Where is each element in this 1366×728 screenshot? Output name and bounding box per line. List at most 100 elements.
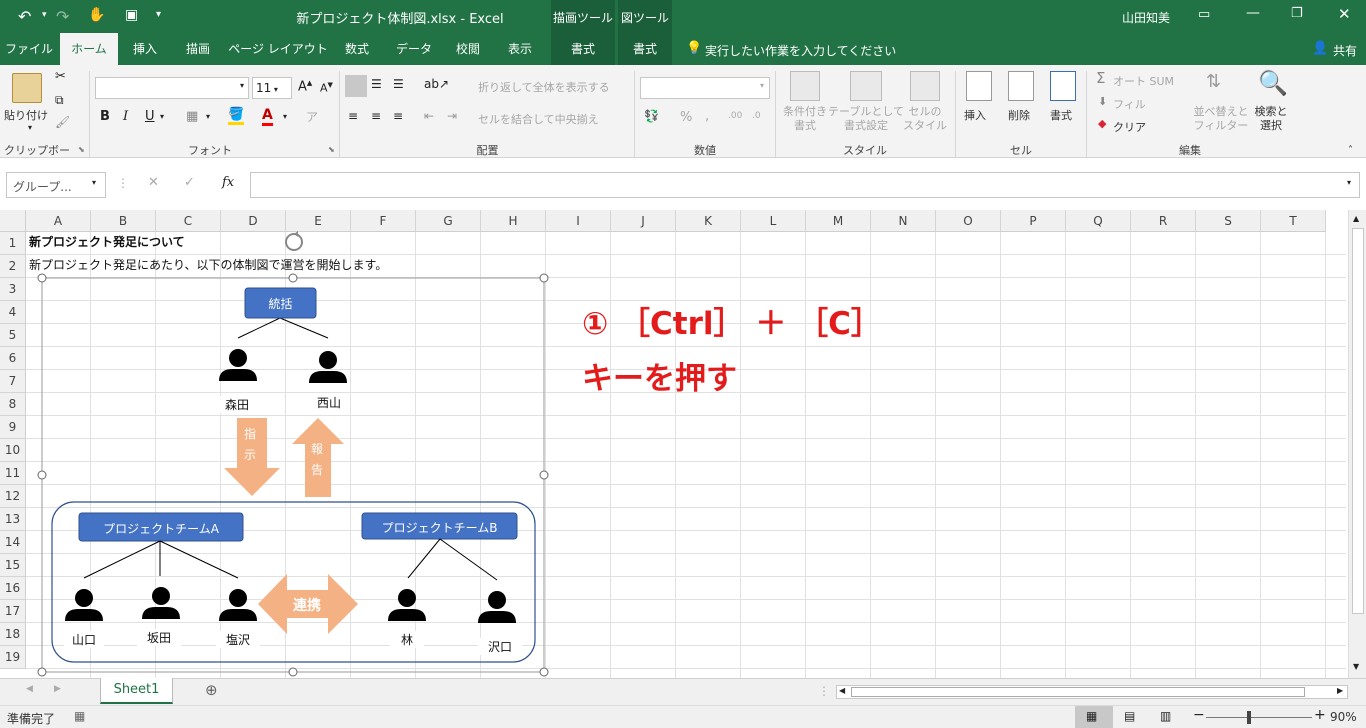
currency-icon[interactable]: 💱 bbox=[644, 109, 659, 123]
format-painter-icon[interactable]: 🖌 bbox=[55, 115, 70, 129]
percent-button[interactable]: % bbox=[680, 110, 692, 125]
undo-dropdown-icon[interactable]: ▾ bbox=[42, 10, 47, 20]
find-icon[interactable]: 🔍 bbox=[1258, 69, 1288, 97]
font-color-dropdown-icon[interactable]: ▾ bbox=[283, 112, 287, 121]
zoom-level[interactable]: 90% bbox=[1330, 710, 1357, 724]
collapse-ribbon-icon[interactable]: ˄ bbox=[1348, 145, 1353, 156]
zoom-slider-thumb[interactable] bbox=[1247, 711, 1251, 724]
tell-me-input[interactable]: 実行したい作業を入力してください bbox=[705, 42, 896, 59]
sort-filter-icon[interactable]: ⇅ bbox=[1206, 71, 1221, 92]
align-right-icon[interactable]: ≡ bbox=[393, 109, 403, 123]
page-break-view-icon[interactable]: ▥ bbox=[1160, 709, 1171, 723]
sheet-tab-sheet1[interactable]: Sheet1 bbox=[100, 678, 173, 704]
redo-icon[interactable]: ↷ bbox=[56, 7, 69, 26]
share-button[interactable]: 共有 bbox=[1333, 42, 1357, 59]
resize-handle[interactable] bbox=[288, 667, 298, 677]
paste-dropdown-icon[interactable]: ▾ bbox=[28, 123, 32, 132]
decrease-indent-icon[interactable]: ⇤ bbox=[424, 109, 434, 123]
scroll-up-icon[interactable]: ▲ bbox=[1353, 214, 1359, 223]
worksheet-grid[interactable]: ABCDEFGHIJKLMNOPQRST 1 2 3 4 5 6 7 8 9 10 11 12 13 14… bbox=[0, 210, 1366, 678]
delete-cells-button[interactable]: 削除 bbox=[1008, 107, 1030, 123]
font-size-select[interactable]: 11 ▾ bbox=[252, 77, 292, 99]
scroll-right-icon[interactable]: ▶ bbox=[1337, 686, 1343, 695]
close-icon[interactable]: ✕ bbox=[1338, 5, 1351, 23]
clear-button[interactable]: クリア bbox=[1113, 119, 1146, 135]
tab-review[interactable]: 校閲 bbox=[445, 33, 491, 65]
conditional-format-button[interactable]: 条件付き 書式 bbox=[780, 105, 830, 133]
borders-icon[interactable]: ▦ bbox=[186, 109, 198, 124]
number-format-dropdown-icon[interactable]: ▾ bbox=[760, 81, 764, 90]
underline-button[interactable]: U bbox=[145, 109, 155, 124]
minimize-icon[interactable]: — bbox=[1246, 5, 1260, 21]
tab-insert[interactable]: 挿入 bbox=[122, 33, 168, 65]
arrow-up-shape[interactable] bbox=[292, 418, 344, 497]
format-as-table-button[interactable]: テーブルとして 書式設定 bbox=[828, 105, 904, 133]
cut-icon[interactable]: ✂ bbox=[55, 69, 66, 84]
ribbon-display-icon[interactable]: ▭ bbox=[1198, 7, 1210, 22]
vertical-scroll-thumb[interactable] bbox=[1352, 228, 1364, 614]
tab-file[interactable]: ファイル bbox=[0, 33, 58, 65]
merge-center-button[interactable]: セルを結合して中央揃え bbox=[478, 111, 599, 127]
restore-icon[interactable]: ❐ bbox=[1291, 6, 1303, 21]
cell-styles-icon[interactable] bbox=[910, 71, 940, 101]
horizontal-scrollbar[interactable]: ◀ ▶ bbox=[836, 685, 1348, 699]
increase-indent-icon[interactable]: ⇥ bbox=[447, 109, 457, 123]
save-icon[interactable]: ▣ bbox=[125, 7, 138, 23]
org-diagram[interactable] bbox=[0, 210, 1366, 678]
fill-color-icon[interactable]: 🪣 bbox=[228, 107, 245, 125]
align-left-icon[interactable]: ≡ bbox=[348, 109, 358, 123]
resize-handle[interactable] bbox=[539, 667, 549, 677]
resize-handle[interactable] bbox=[539, 273, 549, 283]
increase-decimal-icon[interactable]: .00 bbox=[728, 111, 742, 121]
bold-button[interactable]: B bbox=[100, 109, 110, 124]
fill-icon[interactable]: ⬇ bbox=[1098, 95, 1107, 108]
font-name-select[interactable] bbox=[95, 77, 249, 99]
name-box-dropdown-icon[interactable]: ▾ bbox=[92, 178, 96, 187]
resize-handle[interactable] bbox=[539, 470, 549, 480]
align-top-icon[interactable] bbox=[345, 75, 367, 97]
prev-sheet-icon[interactable]: ◀ bbox=[26, 684, 33, 694]
autosum-button[interactable]: オート SUM bbox=[1113, 73, 1174, 89]
macro-record-icon[interactable]: ▦ bbox=[74, 709, 85, 723]
horizontal-scroll-thumb[interactable] bbox=[851, 687, 1305, 697]
font-color-icon[interactable]: A bbox=[262, 107, 273, 126]
name-box[interactable]: グループ... bbox=[6, 172, 106, 198]
format-cells-button[interactable]: 書式 bbox=[1050, 107, 1072, 123]
align-center-icon[interactable]: ≡ bbox=[371, 109, 381, 123]
resize-handle[interactable] bbox=[37, 667, 47, 677]
scroll-down-icon[interactable]: ▼ bbox=[1353, 662, 1359, 671]
format-cells-icon[interactable] bbox=[1050, 71, 1076, 101]
resize-handle[interactable] bbox=[37, 273, 47, 283]
phonetic-icon[interactable]: ア bbox=[306, 108, 318, 125]
tab-home[interactable]: ホーム bbox=[60, 33, 118, 65]
paste-button[interactable]: 貼り付け bbox=[4, 107, 48, 123]
rotate-handle-icon[interactable] bbox=[285, 233, 303, 251]
borders-dropdown-icon[interactable]: ▾ bbox=[206, 112, 210, 121]
format-as-table-icon[interactable] bbox=[850, 71, 882, 101]
page-layout-view-icon[interactable]: ▤ bbox=[1124, 709, 1135, 723]
copy-icon[interactable]: ⧉ bbox=[55, 93, 64, 108]
clear-icon[interactable]: ◆ bbox=[1098, 117, 1106, 130]
find-select-button[interactable]: 検索と 選択 bbox=[1252, 105, 1290, 133]
user-name[interactable]: 山田知美 bbox=[1122, 9, 1170, 26]
tab-page-layout[interactable]: ページ レイアウト bbox=[228, 33, 328, 65]
tab-format-diagram[interactable]: 書式 bbox=[618, 33, 672, 65]
decrease-decimal-icon[interactable]: .0 bbox=[752, 111, 761, 121]
next-sheet-icon[interactable]: ▶ bbox=[54, 684, 61, 694]
tab-split-grip[interactable]: ⋮ bbox=[818, 684, 830, 698]
insert-cells-icon[interactable] bbox=[966, 71, 992, 101]
touch-mode-icon[interactable]: ✋ bbox=[88, 7, 105, 23]
expand-formula-icon[interactable]: ▾ bbox=[1347, 178, 1351, 187]
orientation-icon[interactable]: ab↗ bbox=[424, 77, 449, 91]
zoom-in-icon[interactable]: + bbox=[1314, 707, 1326, 723]
font-launcher-icon[interactable]: ⬊ bbox=[328, 145, 335, 154]
tab-data[interactable]: データ bbox=[388, 33, 440, 65]
resize-handle[interactable] bbox=[37, 470, 47, 480]
zoom-out-icon[interactable]: − bbox=[1193, 707, 1205, 723]
sort-filter-button[interactable]: 並べ替えと フィルター bbox=[1192, 105, 1250, 133]
conditional-format-icon[interactable] bbox=[790, 71, 820, 101]
share-icon[interactable]: 👤 bbox=[1312, 41, 1328, 56]
tab-draw[interactable]: 描画 bbox=[175, 33, 221, 65]
enter-formula-icon[interactable]: ✓ bbox=[184, 175, 195, 190]
tab-format-drawing[interactable]: 書式 bbox=[551, 33, 615, 65]
